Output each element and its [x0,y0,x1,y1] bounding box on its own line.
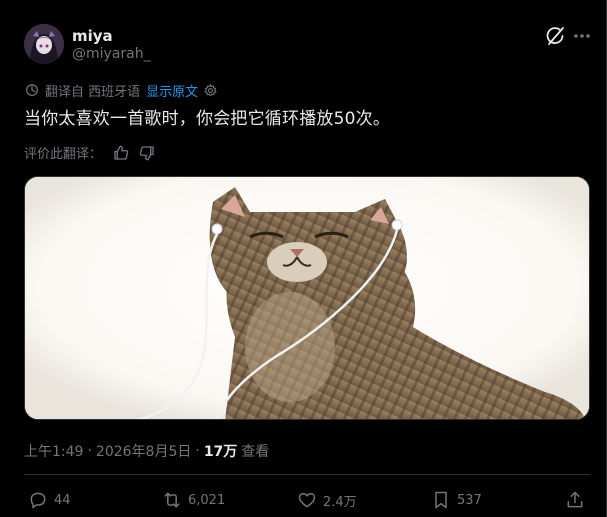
translation-bar: 翻译自 西班牙语 显示原文 [24,81,218,100]
reply-count: 44 [54,492,71,508]
show-original-link[interactable]: 显示原文 [146,81,198,100]
post-date[interactable]: 2026年8月5日 [96,441,191,461]
thumbs-down-icon[interactable] [138,144,156,162]
translate-icon [26,84,38,96]
author-name[interactable]: miya [72,27,113,45]
avatar[interactable] [24,24,64,64]
bookmark-count: 537 [457,492,482,508]
post-time[interactable]: 上午1:49 [24,441,83,461]
gear-icon[interactable] [203,83,218,98]
rate-translation: 评价此翻译： [24,143,156,162]
view-label: 查看 [241,444,270,460]
reply-icon [30,492,46,509]
post-image[interactable] [24,176,590,420]
more-icon[interactable] [570,24,594,48]
like-count: 2.4万 [323,494,357,510]
thumbs-up-icon[interactable] [112,144,130,162]
reply-button[interactable]: 44 [28,485,71,515]
bookmark-button[interactable]: 537 [431,485,482,515]
like-button[interactable]: 2.4万 [297,485,357,515]
grok-icon[interactable] [543,24,567,48]
author-handle[interactable]: @miyarah_ [72,46,151,62]
repost-count: 6,021 [188,492,226,508]
action-bar: 44 6,021 2.4万 537 [0,485,607,515]
share-icon [567,491,583,508]
post: miya @miyarah_ 翻译自 西班牙语 显示原文 当你太喜欢一首歌时，你… [0,0,607,517]
view-count: 17万 [203,444,238,460]
heart-icon [298,493,316,508]
post-meta: 上午1:49 · 2026年8月5日 · 17万 查看 [24,441,269,461]
bookmark-icon [435,491,447,509]
meta-separator: · [87,443,92,459]
divider [24,474,590,475]
repost-button[interactable]: 6,021 [162,485,225,515]
post-text: 当你太喜欢一首歌时，你会把它循环播放50次。 [24,109,391,129]
share-button[interactable] [565,485,591,515]
rate-translation-label: 评价此翻译： [24,147,103,162]
repost-icon [164,492,180,508]
meta-separator-2: · [195,443,200,459]
translated-from-label: 翻译自 西班牙语 [45,84,141,100]
